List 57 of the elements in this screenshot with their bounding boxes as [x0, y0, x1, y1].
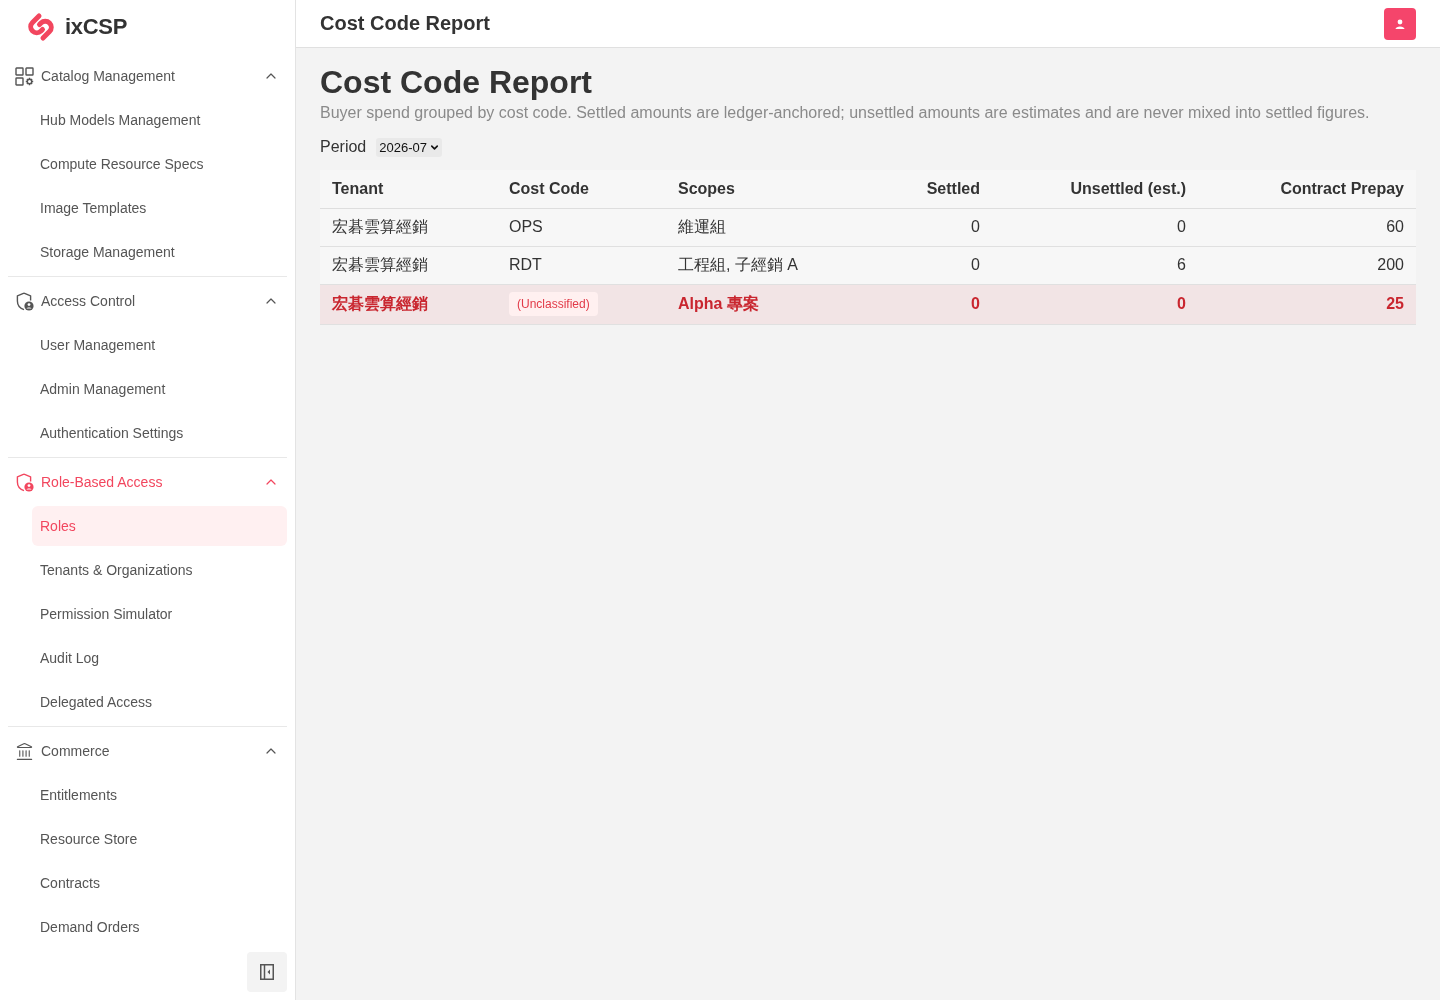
table-cell: OPS: [509, 218, 543, 235]
grid-gear-icon: [15, 66, 34, 86]
sidebar-item[interactable]: Permission Simulator: [32, 594, 287, 634]
sidebar-item[interactable]: Hub Models Management: [32, 100, 287, 140]
column-header: Settled: [866, 170, 992, 208]
sidebar-group-header[interactable]: Access Control: [8, 279, 287, 323]
table-cell: 宏碁雲算經銷: [332, 217, 428, 235]
sidebar-item[interactable]: Admin Management: [32, 369, 287, 409]
table-cell: 宏碁雲算經銷: [332, 255, 428, 273]
table-cell: 0: [1177, 295, 1186, 312]
table-cell: 0: [971, 218, 980, 235]
user-icon: [1395, 18, 1405, 29]
sidebar-group-header[interactable]: Role-Based Access: [8, 460, 287, 504]
panel-collapse-icon: [260, 964, 274, 980]
sidebar-group-header[interactable]: Commerce: [8, 729, 287, 773]
shield-user-icon: [15, 472, 34, 492]
table-cell: RDT: [509, 256, 542, 273]
period-select[interactable]: 2026-07: [376, 137, 442, 157]
column-header: Contract Prepay: [1198, 170, 1416, 208]
sidebar-item[interactable]: Delegated Access: [32, 682, 287, 722]
sidebar-group-header[interactable]: Catalog Management: [8, 54, 287, 98]
table-cell: 0: [1177, 218, 1186, 235]
header-title: Cost Code Report: [320, 12, 490, 35]
bank-icon: [15, 741, 34, 761]
sidebar-item[interactable]: Storage Management: [32, 232, 287, 272]
table-cell: 0: [971, 256, 980, 273]
table-cell: 6: [1177, 256, 1186, 273]
sidebar-item[interactable]: Resource Store: [32, 819, 287, 859]
sidebar-item[interactable]: Compute Resource Specs: [32, 144, 287, 184]
collapse-sidebar-button[interactable]: [247, 952, 287, 992]
table-cell: 宏碁雲算經銷: [332, 294, 428, 312]
column-header: Tenant: [320, 170, 497, 208]
shield-user-icon: [15, 291, 34, 311]
unclassified-tag: (Unclassified): [509, 292, 598, 316]
sidebar-item[interactable]: Entitlements: [32, 775, 287, 815]
period-label: Period: [320, 138, 367, 156]
column-header: Scopes: [666, 170, 866, 208]
page-title: Cost Code Report: [320, 64, 593, 100]
sidebar-item[interactable]: Contracts: [32, 863, 287, 903]
table-cell: Alpha 專案: [678, 294, 759, 312]
page-description: Buyer spend grouped by cost code. Settled amounts are ledger-anchored; unsettled amounts are estimates and are never mixed into settled figures.: [320, 103, 1371, 123]
table-cell: 工程組, 子經銷 A: [678, 255, 798, 273]
column-header: Unsettled (est.): [992, 170, 1198, 208]
sidebar-item[interactable]: Authentication Settings: [32, 413, 287, 453]
table-cell: 維運組: [678, 217, 726, 235]
sidebar-item[interactable]: Tenants & Organizations: [32, 550, 287, 590]
user-button[interactable]: [1384, 7, 1416, 40]
table-cell: 60: [1386, 218, 1404, 235]
column-header: Cost Code: [497, 170, 666, 208]
sidebar-item[interactable]: Demand Orders: [32, 907, 287, 947]
sidebar-item[interactable]: User Management: [32, 325, 287, 365]
sidebar-item[interactable]: Audit Log: [32, 638, 287, 678]
logo-text: ixCSP: [65, 14, 128, 40]
sidebar-item[interactable]: Image Templates: [32, 188, 287, 228]
table-cell: 25: [1386, 295, 1404, 312]
table-cell: 0: [971, 295, 980, 312]
table-cell: 200: [1377, 256, 1404, 273]
